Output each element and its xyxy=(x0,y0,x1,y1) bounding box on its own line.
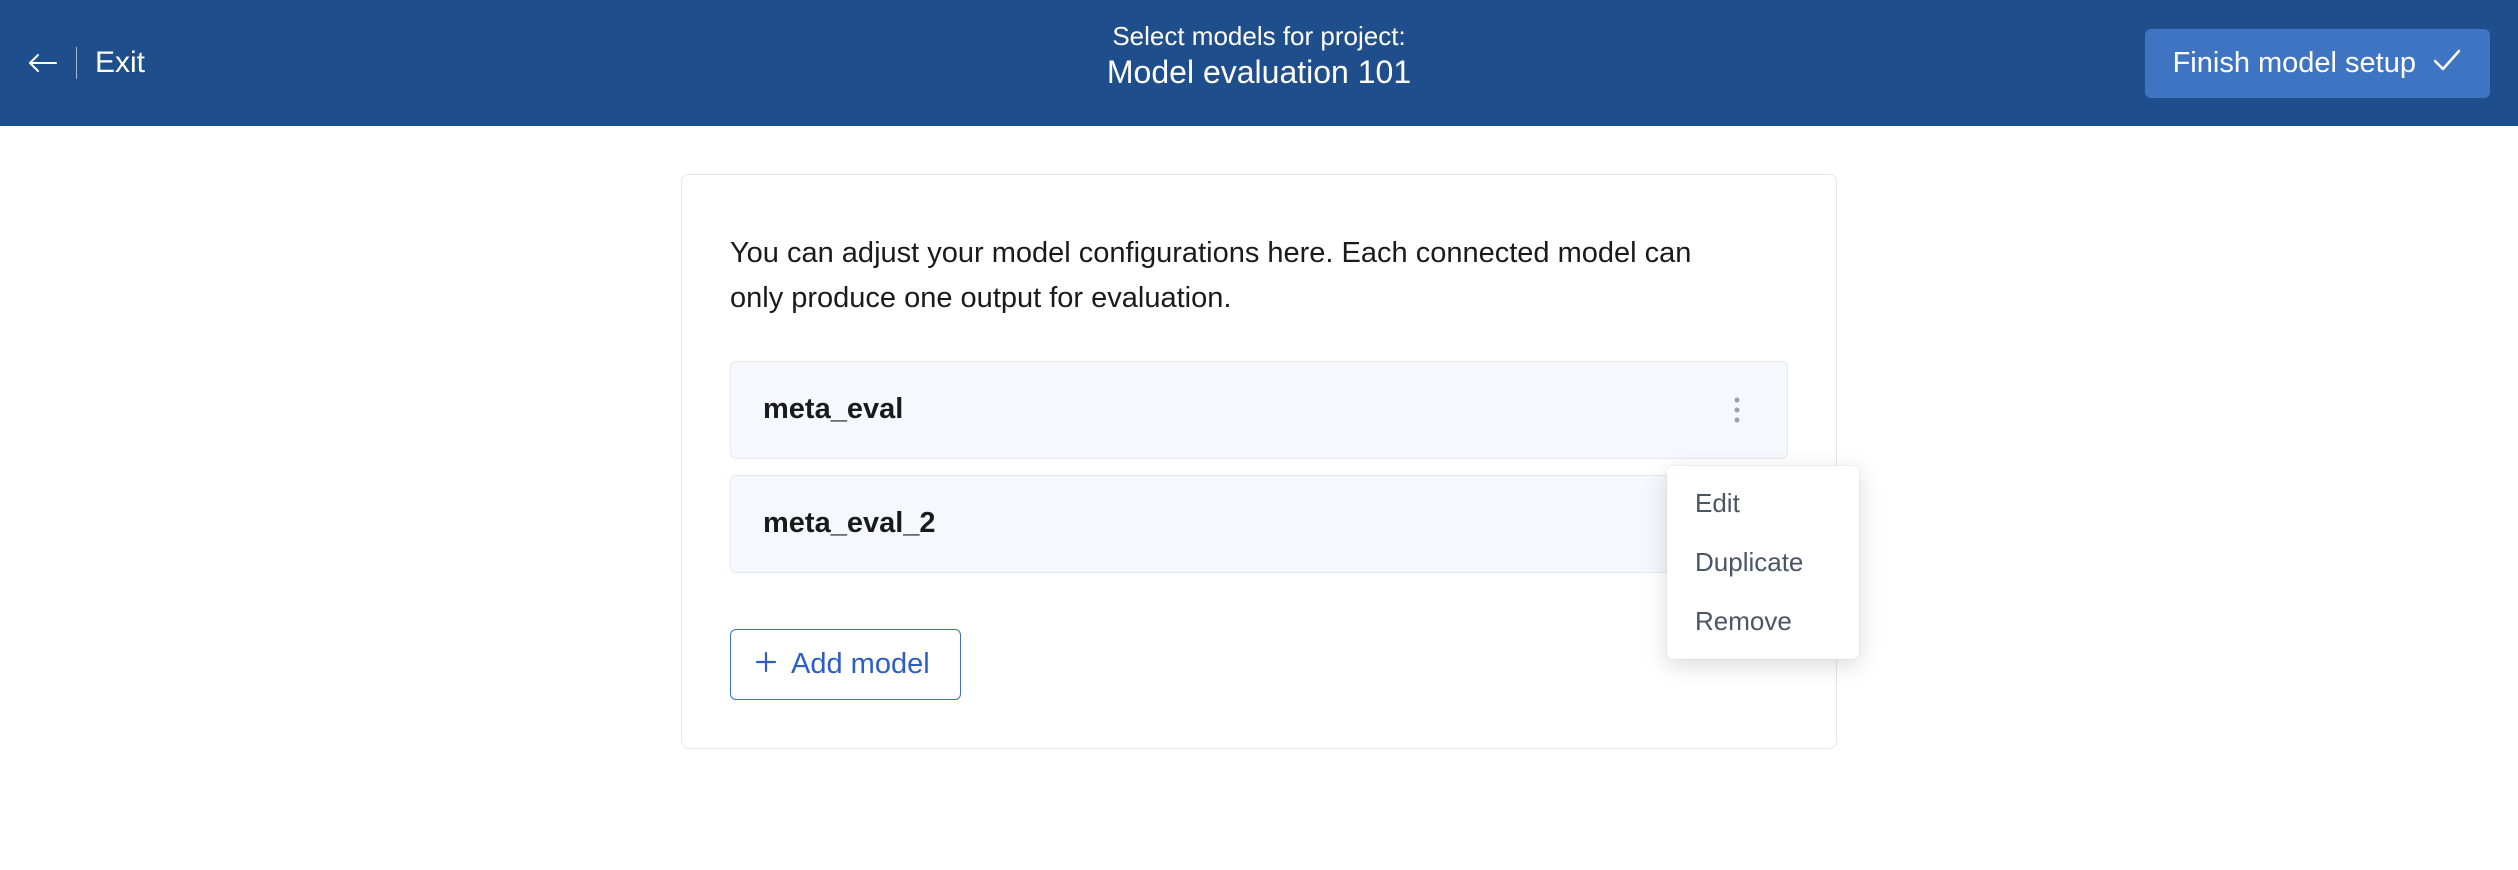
add-model-label: Add model xyxy=(791,648,930,681)
model-configuration-panel: You can adjust your model configurations… xyxy=(681,174,1837,749)
finish-setup-label: Finish model setup xyxy=(2173,47,2416,80)
exit-label: Exit xyxy=(95,46,145,80)
app-header: Exit Select models for project: Model ev… xyxy=(0,0,2518,126)
main-content: You can adjust your model configurations… xyxy=(0,126,2518,749)
kebab-menu-icon[interactable] xyxy=(1719,392,1755,428)
panel-description: You can adjust your model configurations… xyxy=(730,231,1750,321)
finish-setup-button[interactable]: Finish model setup xyxy=(2145,29,2490,98)
add-model-button[interactable]: Add model xyxy=(730,629,961,700)
check-icon xyxy=(2432,47,2462,80)
model-row[interactable]: meta_eval_2 xyxy=(730,475,1788,573)
header-title: Model evaluation 101 xyxy=(1107,54,1411,91)
divider xyxy=(76,47,77,79)
plus-icon xyxy=(755,648,777,681)
model-actions-dropdown: Edit Duplicate Remove xyxy=(1667,466,1859,659)
dropdown-item-duplicate[interactable]: Duplicate xyxy=(1667,533,1859,592)
dropdown-item-edit[interactable]: Edit xyxy=(1667,474,1859,533)
model-name: meta_eval xyxy=(763,393,903,426)
header-title-group: Select models for project: Model evaluat… xyxy=(1107,21,1411,91)
model-row[interactable]: meta_eval Edit Duplicate Remove xyxy=(730,361,1788,459)
exit-button[interactable]: Exit xyxy=(28,46,145,80)
model-name: meta_eval_2 xyxy=(763,507,936,540)
dropdown-item-remove[interactable]: Remove xyxy=(1667,592,1859,651)
arrow-left-icon xyxy=(28,51,58,75)
header-subtitle: Select models for project: xyxy=(1107,21,1411,52)
